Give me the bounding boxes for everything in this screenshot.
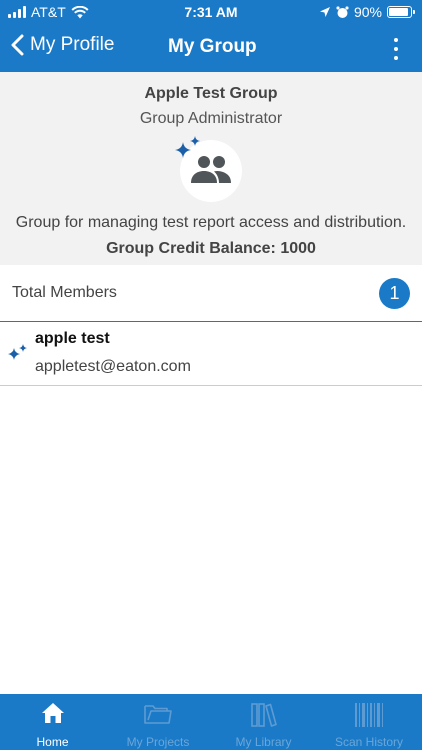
tab-label: Home <box>36 735 69 749</box>
group-name: Apple Test Group <box>144 85 278 102</box>
group-description: Group for managing test report access an… <box>15 214 407 231</box>
nav-bar: My Profile My Group <box>0 28 422 68</box>
books-icon <box>250 703 277 727</box>
member-name: apple test <box>35 330 110 347</box>
folder-icon <box>144 705 172 724</box>
member-email: appletest@eaton.com <box>35 358 191 375</box>
tab-bar: Home My Projects My Library Scan History <box>0 694 422 750</box>
tab-my-projects[interactable]: My Projects <box>105 694 211 750</box>
status-right: 90% <box>319 4 415 20</box>
location-arrow-icon <box>319 7 330 17</box>
group-header: Apple Test Group Group Administrator Gro… <box>0 72 422 265</box>
group-avatar <box>175 136 247 202</box>
battery-level <box>389 8 408 16</box>
tab-scan-history[interactable]: Scan History <box>316 694 422 750</box>
status-bar: AT&T 7:31 AM 90% <box>0 0 422 26</box>
tab-home[interactable]: Home <box>0 694 105 750</box>
home-icon <box>41 703 64 723</box>
page-title: My Group <box>168 36 257 57</box>
group-credit-balance: Group Credit Balance: 1000 <box>106 240 316 257</box>
battery-icon <box>387 6 415 18</box>
back-button[interactable]: My Profile <box>10 34 114 56</box>
back-label: My Profile <box>30 34 115 55</box>
total-members-row: Total Members 1 <box>0 265 422 322</box>
total-members-label: Total Members <box>12 284 117 301</box>
tab-label: My Library <box>235 735 292 749</box>
alarm-icon <box>336 6 349 18</box>
tab-label: Scan History <box>334 735 404 749</box>
group-role: Group Administrator <box>139 110 283 127</box>
more-options-icon[interactable] <box>392 38 400 60</box>
top-bar: AT&T 7:31 AM 90% My Profile My Group <box>0 0 422 72</box>
battery-percent: 90% <box>353 4 382 20</box>
sparkle-icon <box>175 136 200 158</box>
barcode-icon <box>355 703 383 727</box>
sparkle-icon <box>8 344 27 360</box>
member-count-badge: 1 <box>379 278 410 309</box>
tab-my-library[interactable]: My Library <box>211 694 316 750</box>
chevron-left-icon <box>11 34 24 56</box>
list-item[interactable]: apple test appletest@eaton.com <box>0 322 422 386</box>
tab-label: My Projects <box>126 735 190 749</box>
